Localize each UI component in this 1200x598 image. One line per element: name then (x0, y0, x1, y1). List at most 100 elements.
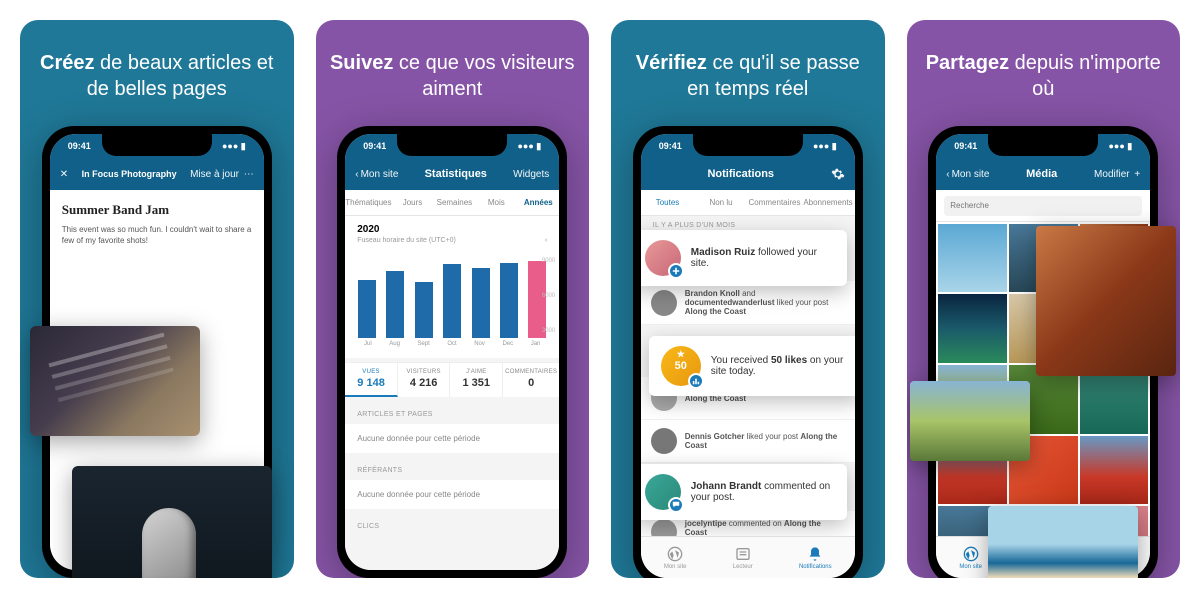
caption: Créez de beaux articles et de belles pag… (34, 50, 280, 104)
plus-icon (668, 263, 684, 279)
tab-notifications[interactable]: Notifications (799, 546, 832, 570)
wordpress-icon (963, 546, 979, 562)
x-axis: JulAugSeptOctNovDecJan (355, 341, 549, 347)
no-data: Aucune donnée pour cette période (345, 480, 559, 509)
image-microphone (72, 466, 272, 578)
tab-mon-site[interactable]: Mon site (664, 546, 687, 570)
tab-semaines[interactable]: Semaines (433, 198, 475, 207)
phone-frame: 09:41 ●●● ▮ ‹ Mon site Statistiques Widg… (337, 126, 567, 578)
chart-bar[interactable] (500, 263, 518, 338)
tab-commentaires[interactable]: Commentaires (748, 198, 802, 207)
status-icons: ●●● ▮ (222, 141, 246, 152)
avatar (645, 240, 681, 276)
status-icons: ●●● ▮ (1108, 141, 1132, 152)
tab-annees[interactable]: Années (517, 198, 559, 207)
tab-toutes[interactable]: Toutes (641, 198, 695, 207)
stats-icon (688, 373, 704, 389)
bell-icon (807, 546, 823, 562)
tab-mon-site[interactable]: Mon site (959, 546, 982, 570)
chevron-left-icon[interactable]: ‹ (545, 237, 547, 244)
media-thumb[interactable] (938, 294, 1007, 363)
notch (397, 134, 507, 156)
caption: Suivez ce que vos visiteurs aiment (330, 50, 576, 104)
notif-row[interactable]: Dennis Gotcher liked your post Along the… (641, 420, 855, 463)
chart-bars (355, 256, 549, 338)
back-button[interactable]: ‹ Mon site (946, 169, 989, 180)
metric-views[interactable]: VUES9 148 (345, 363, 398, 397)
section-head: RÉFÉRANTS (345, 461, 559, 480)
image-guitar (30, 326, 200, 436)
chart-bar[interactable] (443, 264, 461, 338)
comment-icon (668, 497, 684, 513)
tab-lecteur[interactable]: Lecteur (733, 546, 753, 570)
phone-frame: 09:41 ●●● ▮ Notifications Toutes Non lu … (633, 126, 863, 578)
notif-card-likes[interactable]: 50 You received 50 likes on your site to… (649, 336, 855, 396)
views-chart[interactable]: 900060003000 JulAugSeptOctNovDecJan (345, 248, 559, 358)
gear-icon (831, 167, 845, 181)
avatar (651, 519, 677, 536)
showcase-panel-editor: Créez de beaux articles et de belles pag… (20, 20, 294, 578)
status-time: 09:41 (954, 141, 977, 151)
chart-bar[interactable] (358, 280, 376, 338)
metric-likes[interactable]: J'AIME1 351 (450, 363, 503, 397)
nav-title: Statistiques (425, 168, 487, 180)
stats-year: 2020 Fuseau horaire du site (UTC+0)‹ (345, 216, 559, 248)
screen: 09:41 ●●● ▮ ‹ Mon site Statistiques Widg… (345, 134, 559, 570)
chart-bar[interactable] (386, 271, 404, 338)
tab-thematiques[interactable]: Thématiques (345, 198, 391, 207)
showcase-panel-media: Partagez depuis n'importe où 09:41 ●●● ▮… (907, 20, 1181, 578)
media-thumb[interactable] (938, 224, 1007, 293)
post-title[interactable]: Summer Band Jam (62, 202, 252, 218)
section-head: CLICS (345, 517, 559, 536)
tab-abonnements[interactable]: Abonnements (801, 198, 855, 207)
nav-bar: ‹ Mon site Média Modifier + (936, 158, 1150, 190)
post-body[interactable]: This event was so much fun. I couldn't w… (62, 224, 252, 246)
search-input[interactable] (944, 196, 1142, 216)
update-button[interactable]: Mise à jour ⋯ (190, 169, 254, 180)
status-icons: ●●● ▮ (517, 141, 541, 152)
stats-content[interactable]: 2020 Fuseau horaire du site (UTC+0)‹ 900… (345, 216, 559, 570)
chart-bar[interactable] (415, 282, 433, 338)
metric-visitors[interactable]: VISITEURS4 216 (398, 363, 451, 397)
nav-bar: Notifications (641, 158, 855, 190)
section-clics: CLICS (345, 517, 559, 536)
caption: Vérifiez ce qu'il se passe en temps réel (625, 50, 871, 104)
avatar (651, 290, 677, 316)
phone-frame: 09:41 ●●● ▮ ‹ Mon site Média Modifier + (928, 126, 1158, 578)
notifications-list[interactable]: IL Y A PLUS D'UN MOIS Brandon Knoll and … (641, 216, 855, 536)
notif-card-follow[interactable]: Madison Ruiz followed your site. (641, 230, 847, 286)
tab-jours[interactable]: Jours (392, 198, 434, 207)
widgets-button[interactable]: Widgets (513, 169, 549, 180)
tab-mois[interactable]: Mois (475, 198, 517, 207)
status-time: 09:41 (68, 141, 91, 151)
notif-row[interactable]: Brandon Knoll and documentedwanderlust l… (641, 281, 855, 325)
notif-card-comment[interactable]: Johann Brandt commented on your post. (641, 464, 847, 520)
settings-button[interactable] (831, 167, 845, 181)
filter-tabs: Toutes Non lu Commentaires Abonnements (641, 190, 855, 216)
nav-bar: ✕ In Focus Photography Mise à jour ⋯ (50, 158, 264, 190)
no-data: Aucune donnée pour cette période (345, 424, 559, 453)
nav-title: In Focus Photography (82, 169, 177, 179)
close-button[interactable]: ✕ (60, 169, 68, 180)
tab-bar: Mon site Lecteur Notifications (641, 536, 855, 578)
likes-badge-icon: 50 (661, 346, 701, 386)
reader-icon (735, 546, 751, 562)
nav-bar: ‹ Mon site Statistiques Widgets (345, 158, 559, 190)
tab-nonlu[interactable]: Non lu (694, 198, 748, 207)
showcase-panel-notifications: Vérifiez ce qu'il se passe en temps réel… (611, 20, 885, 578)
nav-title: Notifications (707, 168, 774, 180)
edit-button[interactable]: Modifier + (1094, 169, 1140, 180)
metric-comments[interactable]: COMMENTAIRES0 (503, 363, 559, 397)
post[interactable]: Summer Band Jam This event was so much f… (50, 190, 264, 258)
metrics-row: VUES9 148 VISITEURS4 216 J'AIME1 351 COM… (345, 362, 559, 397)
status-time: 09:41 (363, 141, 386, 151)
media-thumb[interactable] (1080, 436, 1149, 505)
notch (693, 134, 803, 156)
image-canyon (1036, 226, 1176, 376)
screen: 09:41 ●●● ▮ Notifications Toutes Non lu … (641, 134, 855, 578)
y-axis: 900060003000 (542, 258, 555, 334)
chart-bar[interactable] (472, 268, 490, 338)
period-tabs: Thématiques Jours Semaines Mois Années (345, 190, 559, 216)
section-referants: RÉFÉRANTS Aucune donnée pour cette pério… (345, 461, 559, 509)
back-button[interactable]: ‹ Mon site (355, 169, 398, 180)
